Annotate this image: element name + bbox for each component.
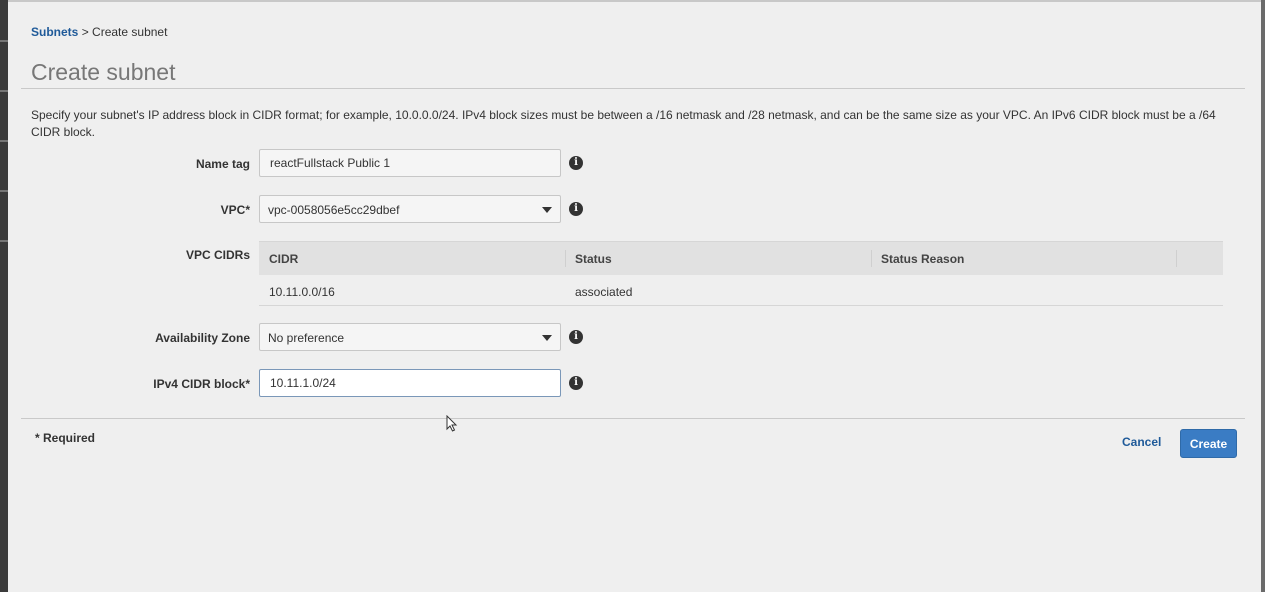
- cell-cidr: 10.11.0.0/16: [269, 285, 335, 299]
- vpc-cidrs-label: VPC CIDRs: [185, 248, 250, 262]
- vpc-selected-value: vpc-0058056e5cc29dbef: [268, 203, 400, 217]
- ipv4-cidr-input[interactable]: [259, 369, 561, 397]
- availability-zone-info-icon[interactable]: i: [569, 330, 583, 344]
- column-header-status: Status: [575, 252, 612, 266]
- cell-status: associated: [575, 285, 633, 299]
- table-header: CIDR Status Status Reason: [259, 241, 1223, 275]
- breadcrumb-current: Create subnet: [92, 25, 168, 39]
- cancel-button[interactable]: Cancel: [1122, 435, 1161, 449]
- chevron-down-icon: [542, 335, 552, 341]
- name-tag-label: Name tag: [195, 157, 250, 171]
- ipv4-cidr-info-icon[interactable]: i: [569, 376, 583, 390]
- ipv4-cidr-label: IPv4 CIDR block*: [153, 377, 250, 391]
- column-header-status-reason: Status Reason: [881, 252, 965, 266]
- column-header-cidr: CIDR: [269, 252, 299, 266]
- window-left-edge: [0, 0, 8, 592]
- vpc-cidrs-table: CIDR Status Status Reason 10.11.0.0/16 a…: [259, 241, 1223, 306]
- window-top-edge: [8, 0, 1261, 2]
- breadcrumb-subnets-link[interactable]: Subnets: [31, 25, 78, 39]
- mouse-cursor-icon: [446, 415, 458, 432]
- breadcrumb-separator: >: [81, 25, 89, 39]
- chevron-down-icon: [542, 207, 552, 213]
- create-button[interactable]: Create: [1180, 429, 1237, 458]
- required-note: * Required: [35, 431, 96, 445]
- column-divider: [565, 250, 566, 267]
- availability-zone-select[interactable]: No preference: [259, 323, 561, 351]
- availability-zone-label: Availability Zone: [155, 331, 250, 345]
- column-divider: [1176, 250, 1177, 267]
- page-title: Create subnet: [31, 59, 176, 85]
- vpc-info-icon[interactable]: i: [569, 202, 583, 216]
- window-right-edge: [1261, 0, 1265, 592]
- name-tag-input[interactable]: [259, 149, 561, 177]
- table-row: 10.11.0.0/16 associated: [259, 275, 1223, 306]
- vpc-select[interactable]: vpc-0058056e5cc29dbef: [259, 195, 561, 223]
- page-description: Specify your subnet's IP address block i…: [31, 108, 1216, 139]
- availability-zone-selected-value: No preference: [268, 331, 345, 345]
- vpc-label: VPC*: [220, 203, 250, 217]
- column-divider: [871, 250, 872, 267]
- footer-divider: [21, 418, 1245, 419]
- title-divider: [21, 88, 1245, 89]
- breadcrumb: Subnets > Create subnet: [31, 25, 167, 39]
- name-tag-info-icon[interactable]: i: [569, 156, 583, 170]
